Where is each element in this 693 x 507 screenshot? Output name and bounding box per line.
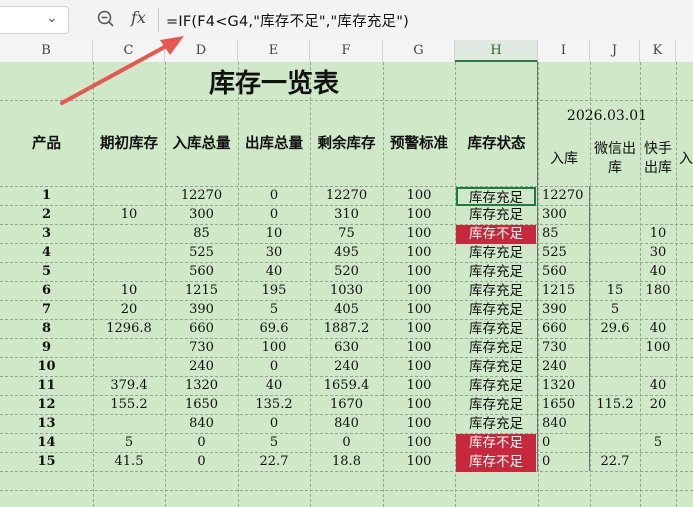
- annotation-arrow-icon: [60, 36, 184, 105]
